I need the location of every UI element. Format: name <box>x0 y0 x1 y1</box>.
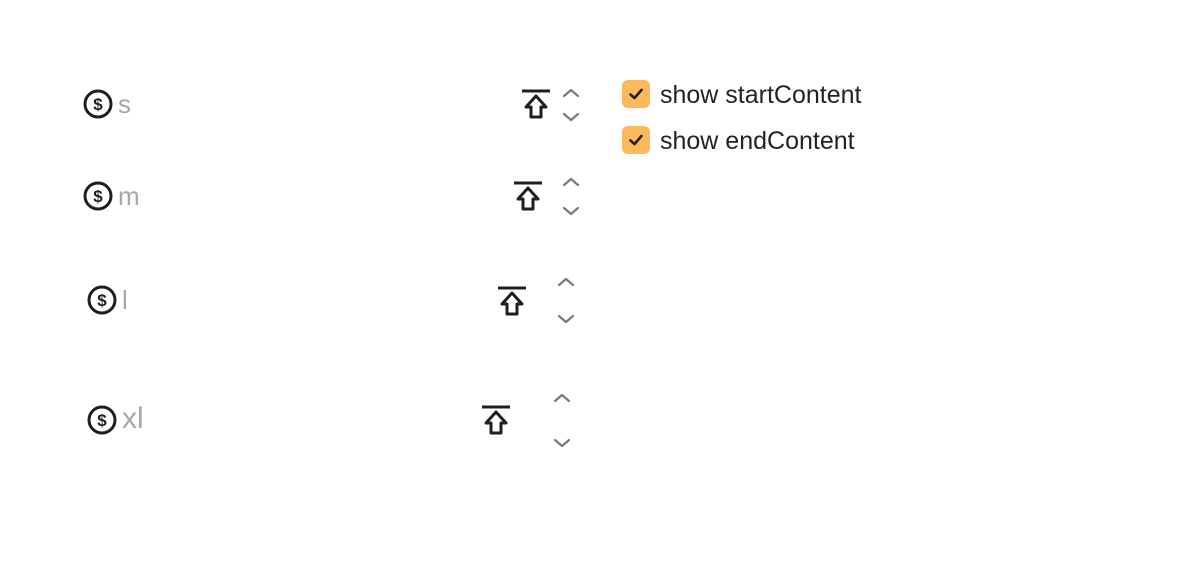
number-field-demo: $ s $ m $ l $ xl show startContent show … <box>0 0 1204 584</box>
field-value-m: m <box>118 181 140 211</box>
field-value-s: s <box>118 89 131 119</box>
svg-text:$: $ <box>97 291 107 310</box>
svg-text:$: $ <box>93 187 103 206</box>
chevron-down-icon[interactable] <box>560 110 582 124</box>
stepper-l <box>555 272 577 330</box>
number-field-l[interactable]: $ l <box>86 272 586 330</box>
chevron-up-icon[interactable] <box>551 391 573 405</box>
option-label: show startContent <box>660 81 862 109</box>
stepper-xl <box>551 386 573 456</box>
stepper-m <box>560 174 582 220</box>
chevron-down-icon[interactable] <box>551 436 573 450</box>
checkmark-icon <box>629 134 643 146</box>
upload-to-top-icon <box>512 180 544 212</box>
dollar-circle-icon: $ <box>82 180 114 212</box>
dollar-circle-icon: $ <box>86 284 118 316</box>
chevron-up-icon[interactable] <box>560 175 582 189</box>
number-field-xl[interactable]: $ xl <box>86 386 586 456</box>
svg-text:$: $ <box>93 95 103 114</box>
svg-text:$: $ <box>97 411 107 430</box>
checkmark-icon <box>629 88 643 100</box>
number-field-s[interactable]: $ s <box>82 84 592 126</box>
upload-to-top-icon <box>496 285 528 317</box>
checkbox-show-end-content[interactable] <box>622 126 650 154</box>
upload-to-top-icon <box>480 404 512 436</box>
chevron-up-icon[interactable] <box>555 275 577 289</box>
upload-to-top-icon <box>520 88 552 120</box>
stepper-s <box>560 84 582 126</box>
dollar-circle-icon: $ <box>86 404 118 436</box>
chevron-down-icon[interactable] <box>560 204 582 218</box>
dollar-circle-icon: $ <box>82 88 114 120</box>
chevron-up-icon[interactable] <box>560 86 582 100</box>
option-label: show endContent <box>660 127 855 155</box>
field-value-xl: xl <box>122 402 144 435</box>
chevron-down-icon[interactable] <box>555 312 577 326</box>
number-field-m[interactable]: $ m <box>82 174 592 220</box>
checkbox-show-start-content[interactable] <box>622 80 650 108</box>
field-value-l: l <box>122 285 128 315</box>
